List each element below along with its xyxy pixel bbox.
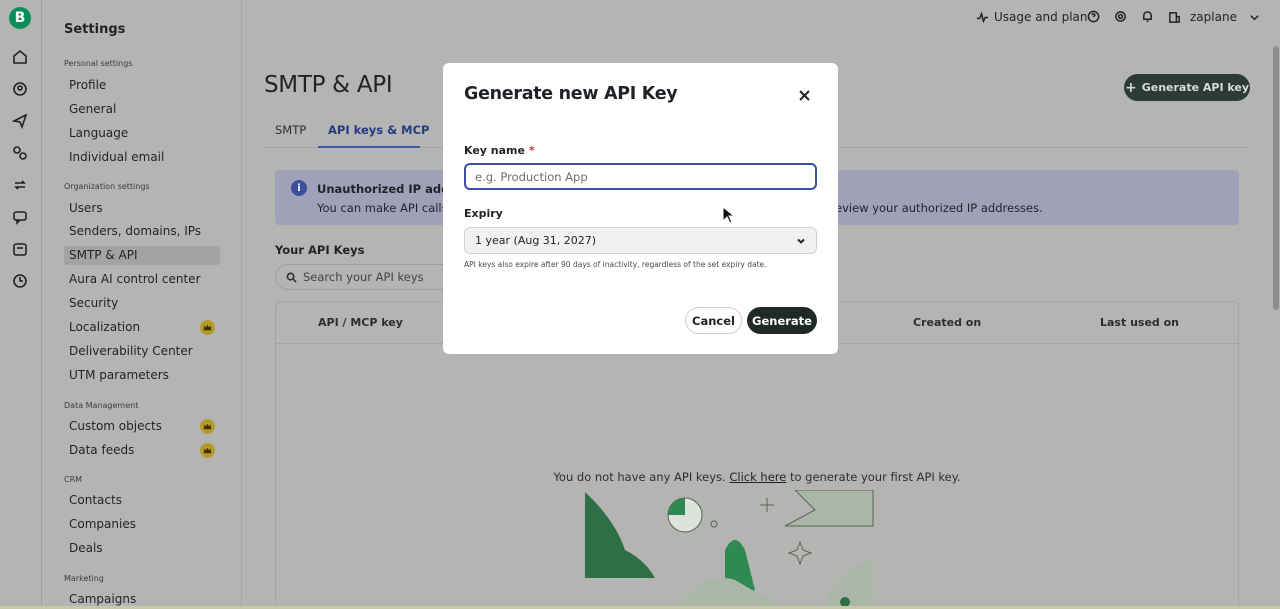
- help-icon[interactable]: [1087, 10, 1100, 23]
- crown-icon: [200, 419, 215, 434]
- section-personal: Personal settings: [64, 59, 133, 68]
- sidebar-item-deliverability[interactable]: Deliverability Center: [64, 342, 220, 361]
- expiry-value: 1 year (Aug 31, 2027): [475, 234, 597, 247]
- generate-api-key-label: Generate API key: [1141, 81, 1250, 94]
- chevron-down-icon: [1250, 14, 1259, 20]
- sync-icon[interactable]: [11, 176, 29, 194]
- key-name-input[interactable]: [464, 163, 817, 190]
- sidebar-item-language[interactable]: Language: [64, 124, 220, 143]
- empty-state-illustration: [585, 490, 875, 609]
- expiry-label: Expiry: [464, 207, 503, 220]
- mouse-cursor-icon: [722, 206, 734, 224]
- banner-text-end: eview your authorized IP addresses.: [835, 201, 1043, 215]
- sidebar-item-individual-email[interactable]: Individual email: [64, 148, 220, 167]
- column-header-key: API / MCP key: [318, 316, 403, 329]
- account-name: zaplane: [1190, 10, 1237, 24]
- sidebar-item-profile[interactable]: Profile: [64, 76, 220, 95]
- sidebar-item-users[interactable]: Users: [64, 199, 220, 218]
- notifications-bell-icon[interactable]: [1141, 10, 1154, 23]
- crown-icon: [200, 443, 215, 458]
- column-header-last-used: Last used on: [1100, 316, 1179, 329]
- active-tab-indicator: [318, 146, 420, 148]
- tab-smtp[interactable]: SMTP: [275, 123, 306, 137]
- close-icon[interactable]: [798, 87, 814, 103]
- column-header-created: Created on: [913, 316, 982, 329]
- campaigns-icon[interactable]: [11, 112, 29, 130]
- sidebar-item-data-feeds[interactable]: Data feeds: [64, 441, 220, 460]
- chevron-down-icon: [797, 238, 805, 244]
- usage-and-plan-link[interactable]: Usage and plan: [976, 10, 1088, 24]
- section-marketing: Marketing: [64, 574, 104, 583]
- section-crm: CRM: [64, 475, 83, 484]
- icon-rail: B: [0, 0, 42, 609]
- activity-icon: [976, 10, 989, 23]
- scrollbar-thumb[interactable]: [1273, 46, 1279, 310]
- your-api-keys-heading: Your API Keys: [275, 243, 365, 257]
- search-icon: [286, 272, 297, 283]
- building-icon: [1169, 11, 1180, 23]
- sidebar-item-senders[interactable]: Senders, domains, IPs: [64, 222, 220, 241]
- empty-suffix: to generate your first API key.: [786, 470, 961, 484]
- sidebar-item-security[interactable]: Security: [64, 294, 220, 313]
- sidebar-item-aura[interactable]: Aura AI control center: [64, 270, 220, 289]
- sidebar-item-utm[interactable]: UTM parameters: [64, 366, 220, 385]
- sidebar-item-deals[interactable]: Deals: [64, 539, 220, 558]
- section-organization: Organization settings: [64, 182, 150, 191]
- conversations-icon[interactable]: [11, 208, 29, 226]
- sidebar-item-localization[interactable]: Localization: [64, 318, 220, 337]
- generate-api-key-dialog: Generate new API Key Key name * Expiry 1…: [443, 63, 838, 354]
- empty-state-message: You do not have any API keys. Click here…: [276, 470, 1238, 484]
- settings-sidebar: Settings Personal settings Profile Gener…: [42, 0, 242, 609]
- contacts-icon[interactable]: [11, 80, 29, 98]
- sidebar-item-general[interactable]: General: [64, 100, 220, 119]
- sidebar-title: Settings: [64, 22, 126, 37]
- plus-icon: +: [1124, 79, 1137, 96]
- crown-icon: [200, 320, 215, 335]
- search-placeholder: Search your API keys: [303, 270, 424, 284]
- expiry-select[interactable]: 1 year (Aug 31, 2027): [464, 227, 817, 254]
- page-title: SMTP & API: [264, 72, 393, 98]
- sidebar-item-smtp-api[interactable]: SMTP & API: [64, 246, 220, 265]
- generate-button[interactable]: Generate: [747, 307, 817, 334]
- click-here-link[interactable]: Click here: [729, 470, 786, 484]
- key-name-label: Key name *: [464, 144, 535, 157]
- tab-api-keys[interactable]: API keys & MCP: [328, 123, 429, 137]
- top-bar: Usage and plan zaplane: [242, 0, 1280, 36]
- sidebar-item-companies[interactable]: Companies: [64, 515, 220, 534]
- info-icon: i: [291, 180, 307, 196]
- cancel-button[interactable]: Cancel: [685, 307, 742, 334]
- reports-icon[interactable]: [11, 272, 29, 290]
- sidebar-item-contacts[interactable]: Contacts: [64, 491, 220, 510]
- expiry-hint: API keys also expire after 90 days of in…: [464, 260, 767, 269]
- section-data-management: Data Management: [64, 401, 139, 410]
- banner-text: You can make API calls o: [317, 201, 459, 215]
- sales-icon[interactable]: [11, 240, 29, 258]
- generate-api-key-button[interactable]: + Generate API key: [1124, 74, 1250, 101]
- key-name-label-text: Key name: [464, 144, 525, 157]
- home-icon[interactable]: [11, 48, 29, 66]
- settings-gear-icon[interactable]: [1114, 10, 1127, 23]
- empty-prefix: You do not have any API keys.: [553, 470, 730, 484]
- usage-label: Usage and plan: [994, 10, 1088, 24]
- dialog-title: Generate new API Key: [464, 84, 678, 104]
- account-menu[interactable]: zaplane: [1168, 10, 1261, 24]
- sidebar-item-custom-objects[interactable]: Custom objects: [64, 417, 220, 436]
- required-mark: *: [528, 144, 535, 157]
- automation-icon[interactable]: [11, 144, 29, 162]
- brand-logo[interactable]: B: [9, 7, 31, 29]
